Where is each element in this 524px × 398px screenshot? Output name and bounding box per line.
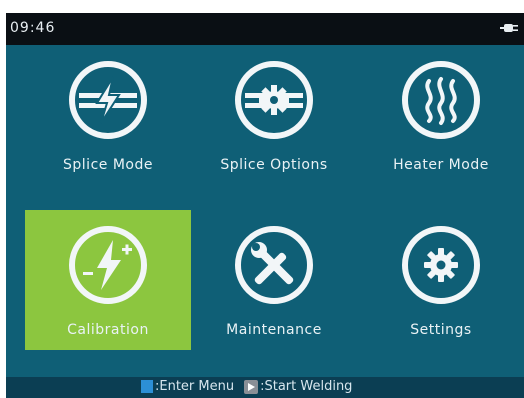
menu-item-label: Splice Mode	[63, 157, 153, 173]
heater-mode-icon	[402, 61, 480, 139]
device-screen: 09:46 Splice Mode Splice Options Heater …	[6, 13, 524, 398]
menu-item-label: Splice Options	[220, 157, 328, 173]
menu-item-label: Settings	[410, 322, 472, 338]
play-key-icon	[244, 379, 259, 394]
menu-item-label: Heater Mode	[393, 157, 489, 173]
menu-key-icon	[141, 380, 153, 393]
splice-mode-icon	[69, 61, 147, 139]
menu-item-label: Calibration	[67, 322, 149, 338]
menu-item-label: Maintenance	[226, 322, 322, 338]
calibration-icon	[69, 226, 147, 304]
menu-item-settings[interactable]: Settings	[358, 210, 524, 350]
enter-menu-hint: :Enter Menu	[155, 379, 235, 394]
footer-hint-bar: :Enter Menu :Start Welding	[6, 377, 524, 398]
clock: 09:46	[10, 20, 56, 36]
settings-icon	[402, 226, 480, 304]
menu-item-maintenance[interactable]: Maintenance	[191, 210, 357, 350]
menu-item-splice-options[interactable]: Splice Options	[191, 45, 357, 185]
maintenance-icon	[235, 226, 313, 304]
power-plug-icon	[500, 24, 518, 32]
start-welding-hint: :Start Welding	[260, 379, 353, 394]
menu-item-splice-mode[interactable]: Splice Mode	[25, 45, 191, 185]
status-bar: 09:46	[6, 13, 524, 45]
footer-hints: :Enter Menu :Start Welding	[141, 379, 352, 394]
menu-item-heater-mode[interactable]: Heater Mode	[358, 45, 524, 185]
splice-options-icon	[235, 61, 313, 139]
main-menu-grid: Splice Mode Splice Options Heater Mode C…	[6, 45, 524, 377]
menu-item-calibration[interactable]: Calibration	[25, 210, 191, 350]
